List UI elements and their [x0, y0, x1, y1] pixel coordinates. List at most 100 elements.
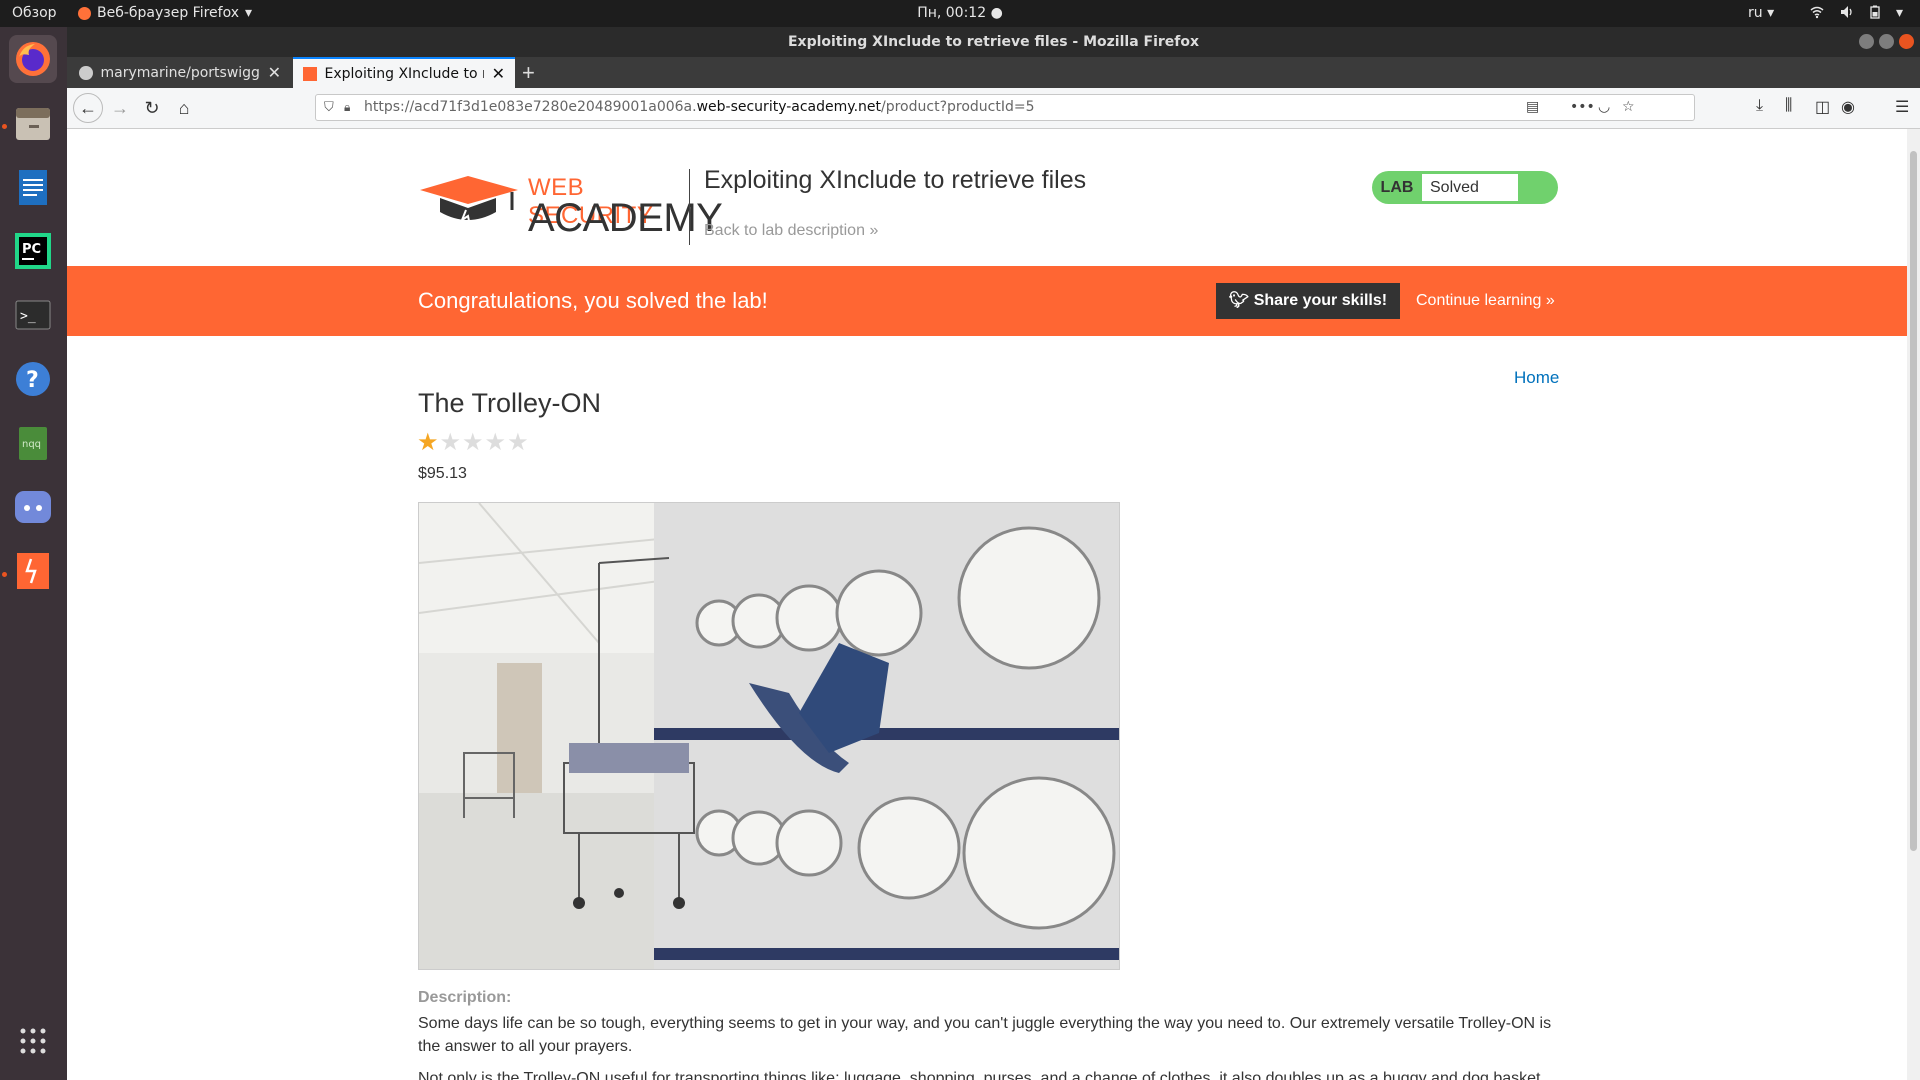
url-domain: web-security-academy.net — [696, 99, 881, 115]
page-content: WEB SECURITY ACADEMY Exploiting XInclude… — [67, 129, 1907, 1080]
product-image — [418, 502, 1120, 970]
close-window-button[interactable] — [1899, 34, 1914, 49]
tab-github[interactable]: marymarine/portswigger ✕ — [69, 57, 291, 88]
chevron-down-icon: ▾ — [1896, 5, 1904, 21]
pocket-icon[interactable]: ◡ — [1598, 95, 1610, 120]
solved-banner: Congratulations, you solved the lab! 🐦︎ … — [67, 266, 1907, 336]
clock-text: Пн, 00:12 — [917, 5, 987, 21]
lab-status-badge: LAB Solved — [1372, 171, 1558, 204]
files-icon — [16, 108, 50, 140]
share-skills-button[interactable]: 🐦︎ Share your skills! — [1216, 283, 1400, 319]
tab-close-icon[interactable]: ✕ — [492, 64, 505, 83]
new-tab-button[interactable]: + — [522, 60, 535, 86]
twitter-icon: 🐦︎ — [1228, 292, 1250, 309]
home-link[interactable]: Home — [1514, 368, 1559, 388]
reload-button[interactable]: ↻ — [139, 96, 165, 120]
svg-text:>_: >_ — [20, 309, 36, 324]
language-indicator[interactable]: ru ▾ — [1748, 5, 1774, 21]
dock-help[interactable]: ? — [9, 355, 57, 403]
maximize-button[interactable] — [1879, 34, 1894, 49]
description-label: Description: — [418, 989, 512, 1006]
page-actions-icon[interactable]: ••• — [1570, 95, 1595, 120]
graduation-cap-icon — [420, 176, 518, 227]
tab-close-icon[interactable]: ✕ — [268, 63, 281, 82]
lab-title: Exploiting XInclude to retrieve files — [704, 166, 1087, 194]
dock-app[interactable]: nqq — [9, 419, 57, 467]
double-chevron-right-icon: » — [869, 222, 879, 239]
pycharm-icon: PC — [15, 233, 51, 269]
star-empty-icon: ★ — [462, 429, 485, 456]
continue-learning-label: Continue learning — [1416, 292, 1542, 309]
window-title: Exploiting XInclude to retrieve files - … — [787, 34, 1200, 50]
window-titlebar[interactable]: Exploiting XInclude to retrieve files - … — [67, 27, 1920, 57]
reader-view-icon[interactable]: ▤ — [1526, 95, 1539, 120]
tab-label: marymarine/portswigger — [100, 64, 260, 81]
notification-dot-icon: ● — [990, 5, 1003, 21]
system-indicators[interactable]: ▾ — [1810, 5, 1903, 23]
shield-icon[interactable]: ⛉ — [324, 95, 334, 120]
tab-label: Exploiting XInclude to retrieve files — [324, 65, 484, 82]
github-icon — [79, 65, 93, 80]
show-applications-button[interactable] — [9, 1017, 57, 1065]
library-icon[interactable]: ⫼ — [1785, 97, 1792, 115]
logo-text-bottom: ACADEMY — [528, 196, 723, 240]
volume-icon — [1840, 5, 1854, 23]
star-filled-icon: ★ — [417, 429, 440, 456]
minimize-button[interactable] — [1859, 34, 1874, 49]
menu-icon[interactable]: ☰ — [1895, 97, 1909, 117]
battery-icon — [1870, 5, 1880, 23]
downloads-icon[interactable]: ⤓ — [1756, 97, 1763, 115]
address-bar[interactable]: ⛉ 🔒︎ https://acd71f3d1e083e7280e20489001… — [315, 94, 1695, 121]
firefox-icon — [16, 42, 50, 76]
header-divider — [689, 169, 690, 245]
account-icon[interactable]: ◉ — [1841, 97, 1855, 117]
page-scrollbar[interactable] — [1907, 129, 1920, 1080]
tab-active[interactable]: Exploiting XInclude to retrieve files ✕ — [293, 57, 515, 88]
forward-button[interactable]: → — [107, 96, 133, 120]
home-button[interactable]: ⌂ — [171, 96, 197, 120]
description-paragraph: Not only is the Trolley-ON useful for tr… — [418, 1070, 1545, 1080]
dock-firefox[interactable] — [9, 35, 57, 83]
product-price: $95.13 — [418, 465, 467, 482]
dock-files[interactable] — [9, 99, 57, 147]
running-indicator — [2, 572, 7, 577]
app-grid-icon — [20, 1028, 46, 1054]
dock-writer[interactable] — [9, 163, 57, 211]
back-button[interactable]: ← — [73, 93, 103, 123]
double-chevron-right-icon: » — [1545, 292, 1555, 309]
back-link-label: Back to lab description — [704, 222, 865, 239]
url-prefix: https://acd71f3d1e083e7280e20489001a006a… — [364, 99, 697, 115]
url-text: https://acd71f3d1e083e7280e20489001a006a… — [364, 95, 1035, 120]
dock-burp[interactable] — [9, 547, 57, 595]
lock-icon[interactable]: 🔒︎ — [344, 95, 350, 120]
star-empty-icon: ★ — [507, 429, 530, 456]
clock[interactable]: Пн, 00:12 ● — [0, 5, 1920, 21]
star-empty-icon: ★ — [484, 429, 508, 456]
burp-icon — [17, 553, 49, 589]
discord-icon — [15, 491, 51, 523]
sidebar-icon[interactable]: ◫ — [1815, 97, 1830, 117]
svg-text:PC: PC — [22, 242, 41, 257]
scrollbar-thumb[interactable] — [1910, 151, 1917, 851]
tab-strip: marymarine/portswigger ✕ Exploiting XInc… — [67, 57, 1920, 88]
dock-discord[interactable] — [9, 483, 57, 531]
bookmark-star-icon[interactable]: ☆ — [1622, 95, 1635, 120]
svg-text:?: ? — [26, 368, 39, 393]
academy-logo[interactable]: WEB SECURITY ACADEMY — [418, 166, 723, 238]
terminal-icon: >_ — [15, 300, 51, 330]
writer-icon — [19, 170, 47, 205]
back-to-lab-link[interactable]: Back to lab description » — [704, 222, 878, 240]
congratulations-text: Congratulations, you solved the lab! — [418, 288, 768, 313]
help-icon: ? — [16, 362, 50, 396]
book-icon: nqq — [19, 427, 47, 460]
continue-learning-link[interactable]: Continue learning » — [1416, 292, 1555, 310]
dock: PC >_ ? nqq — [0, 27, 67, 1080]
rating-stars: ★★★★★ — [417, 428, 530, 457]
dock-terminal[interactable]: >_ — [9, 291, 57, 339]
product-title: The Trolley-ON — [418, 388, 602, 418]
share-button-label: Share your skills! — [1253, 292, 1388, 309]
url-path: /product?productId=5 — [881, 99, 1035, 115]
navigation-bar: ← → ↻ ⌂ ⛉ 🔒︎ https://acd71f3d1e083e7280e… — [67, 88, 1920, 129]
dock-pycharm[interactable]: PC — [9, 227, 57, 275]
description-paragraph: Some days life can be so tough, everythi… — [418, 1015, 1552, 1055]
